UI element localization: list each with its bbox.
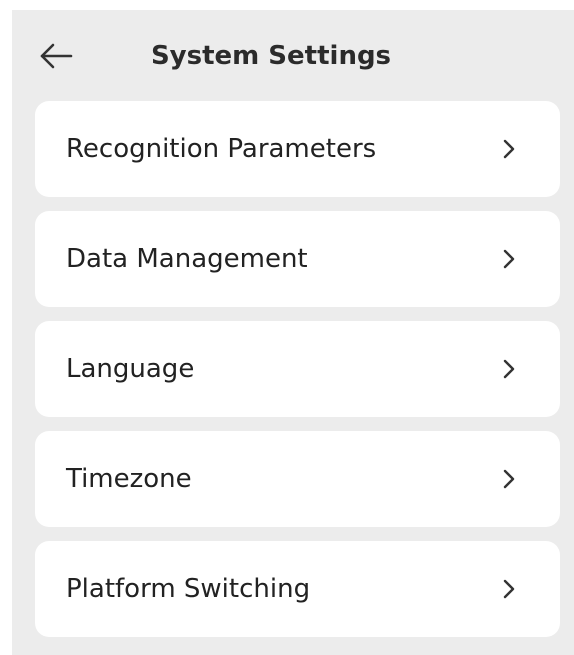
page-title: System Settings [150, 41, 392, 71]
menu-item-recognition-parameters[interactable]: Recognition Parameters [35, 101, 560, 197]
menu-item-label: Recognition Parameters [66, 134, 377, 164]
settings-menu: Recognition Parameters Data Management L… [35, 101, 560, 651]
chevron-right-icon [503, 359, 515, 379]
header: System Settings [12, 10, 574, 102]
menu-item-label: Platform Switching [66, 574, 311, 604]
menu-item-data-management[interactable]: Data Management [35, 211, 560, 307]
chevron-right-icon [503, 469, 515, 489]
menu-item-timezone[interactable]: Timezone [35, 431, 560, 527]
menu-item-platform-switching[interactable]: Platform Switching [35, 541, 560, 637]
menu-item-language[interactable]: Language [35, 321, 560, 417]
menu-item-label: Timezone [66, 464, 192, 494]
chevron-right-icon [503, 579, 515, 599]
menu-item-label: Data Management [66, 244, 308, 274]
settings-panel: System Settings Recognition Parameters D… [12, 10, 574, 655]
chevron-right-icon [503, 139, 515, 159]
menu-item-label: Language [66, 354, 195, 384]
chevron-right-icon [503, 249, 515, 269]
